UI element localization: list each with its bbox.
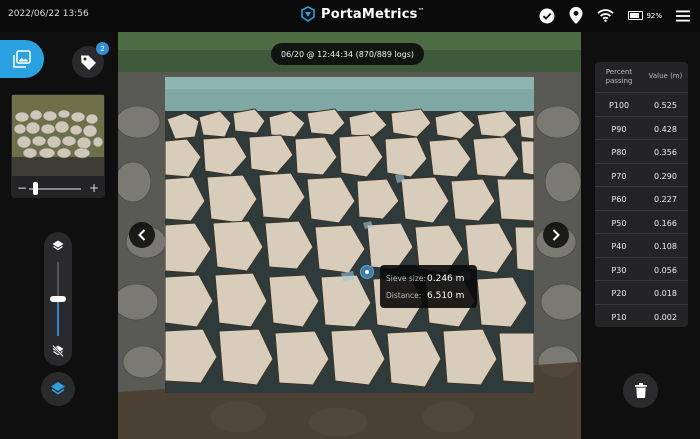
table-row: P30 0.056: [595, 256, 688, 283]
table-row: P20 0.018: [595, 280, 688, 306]
percent-cell: P50: [611, 218, 627, 228]
tag-count-badge: 2: [96, 42, 109, 55]
status-icons: 92%: [539, 7, 690, 24]
percent-cell: P90: [611, 124, 627, 134]
check-circle-icon[interactable]: [539, 8, 555, 24]
table-row: P60 0.227: [595, 186, 688, 212]
brand: PortaMetrics™: [300, 6, 425, 22]
wifi-icon[interactable]: [597, 9, 615, 22]
zoom-in-button[interactable]: +: [89, 181, 99, 195]
log-timestamp-pill: 06/20 @ 12:44:34 (870/889 logs): [271, 43, 424, 65]
battery-indicator: 92%: [628, 11, 662, 20]
table-row: P90 0.428: [595, 115, 688, 142]
portametrics-logo-icon: [301, 6, 315, 22]
table-row: P10 0.002: [595, 303, 688, 330]
overlay-opacity-control: [44, 232, 72, 366]
right-panel: Percent passing Value (m) P100 0.525 P90 0.…: [581, 32, 700, 439]
percent-passing-header: Percent passing: [605, 68, 633, 85]
thumbnail-card: − +: [11, 94, 105, 198]
opacity-slider-fill: [57, 299, 59, 336]
zoom-out-button[interactable]: −: [17, 181, 27, 195]
delete-button[interactable]: [623, 373, 658, 408]
sieve-size-value: 0.246 m: [427, 274, 465, 284]
hamburger-menu-icon[interactable]: [676, 10, 690, 22]
segmentation-overlay[interactable]: [165, 77, 534, 393]
table-row: P40 0.108: [595, 233, 688, 259]
value-cell: 0.227: [654, 195, 677, 204]
battery-percent: 92%: [646, 11, 662, 20]
zoom-control: − +: [11, 178, 105, 198]
thumbnail-image[interactable]: [12, 95, 104, 176]
tag-icon: [80, 55, 96, 70]
percent-cell: P100: [608, 101, 630, 110]
battery-icon: [628, 11, 644, 20]
value-cell: 0.290: [654, 171, 677, 181]
opacity-slider-handle[interactable]: [50, 296, 66, 302]
trash-icon: [634, 383, 647, 398]
layers-icon: [51, 382, 65, 395]
table-row: P80 0.356: [595, 139, 688, 165]
gallery-button[interactable]: [0, 40, 44, 78]
distance-value: 6.510 m: [427, 291, 465, 301]
sieve-size-label: Sieve size:: [386, 274, 426, 283]
value-cell: 0.525: [654, 101, 677, 110]
previous-image-button[interactable]: [129, 222, 155, 248]
table-row: P50 0.166: [595, 209, 688, 236]
location-pin-icon[interactable]: [569, 7, 583, 24]
chevron-right-icon: [552, 229, 560, 241]
psd-table: Percent passing Value (m) P100 0.525 P90 0.…: [595, 62, 688, 327]
image-gallery-icon: [13, 50, 31, 68]
brand-name: PortaMetrics™: [321, 6, 425, 22]
value-cell: 0.428: [654, 124, 677, 134]
value-cell: 0.002: [654, 312, 677, 322]
value-cell: 0.356: [654, 148, 677, 157]
percent-cell: P70: [611, 171, 627, 181]
next-image-button[interactable]: [543, 222, 569, 248]
datetime-label: 2022/06/22 13:56: [8, 9, 89, 19]
zoom-slider-handle[interactable]: [33, 182, 38, 195]
value-cell: 0.018: [654, 289, 677, 298]
percent-cell: P10: [611, 312, 627, 322]
percent-cell: P30: [611, 265, 627, 275]
measurement-tooltip: Sieve size: 0.246 m Distance: 6.510 m: [380, 265, 477, 308]
left-panel: 2 − +: [0, 32, 118, 439]
image-viewer[interactable]: 06/20 @ 12:44:34 (870/889 logs) Sieve si…: [118, 32, 581, 439]
chevron-left-icon: [138, 229, 146, 241]
measurement-marker[interactable]: [360, 265, 374, 279]
distance-label: Distance:: [386, 291, 422, 300]
top-bar: 2022/06/22 13:56 PortaMetrics™ 92%: [0, 0, 700, 32]
percent-cell: P60: [611, 195, 627, 204]
percent-cell: P20: [611, 289, 627, 298]
layers-icon: [52, 240, 64, 251]
layers-off-icon: [52, 345, 64, 357]
percent-cell: P40: [611, 242, 627, 251]
table-row: P70 0.290: [595, 162, 688, 189]
value-cell: 0.108: [654, 242, 677, 251]
layers-button[interactable]: [41, 372, 75, 406]
percent-cell: P80: [611, 148, 627, 157]
value-header: Value (m): [648, 72, 683, 80]
table-row: P100 0.525: [595, 92, 688, 118]
value-cell: 0.056: [654, 265, 677, 275]
value-cell: 0.166: [654, 218, 677, 228]
